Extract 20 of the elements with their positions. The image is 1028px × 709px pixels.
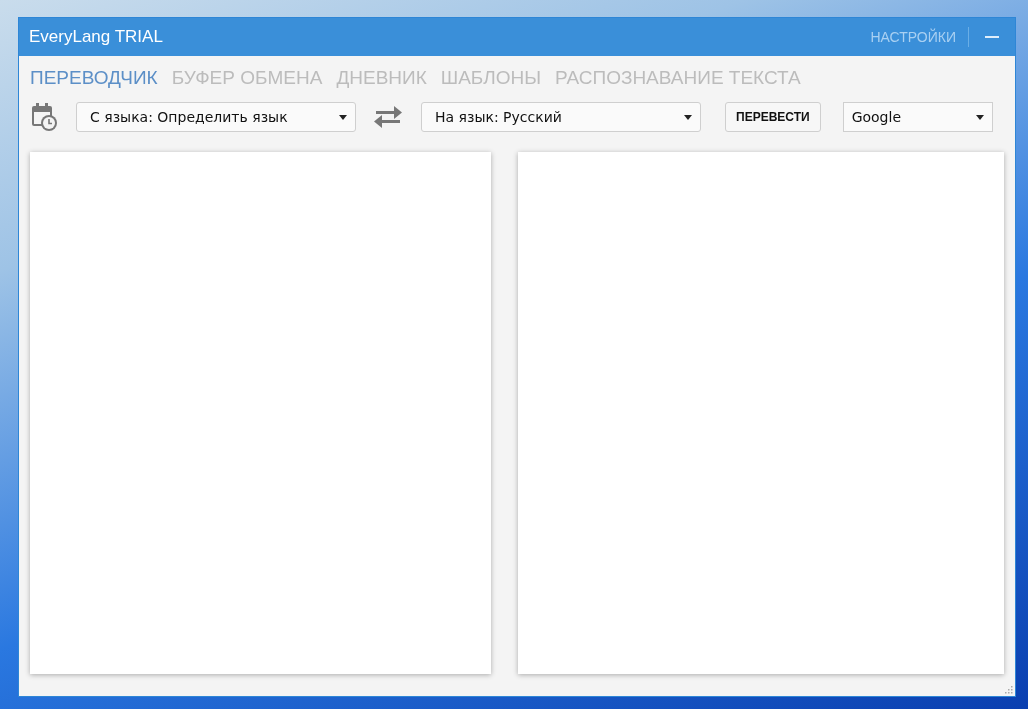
caret-icon	[339, 114, 347, 120]
window-title: EveryLang TRIAL	[29, 27, 163, 47]
service-value: Google	[851, 109, 901, 125]
tab[interactable]: ШАБЛОНЫ	[440, 67, 542, 89]
settings-link[interactable]: НАСТРОЙКИ	[870, 29, 956, 45]
target-language-dropdown[interactable]: На язык: Русский	[421, 102, 701, 132]
target-language-value: На язык: Русский	[435, 109, 562, 125]
caret-icon	[684, 114, 692, 120]
tab[interactable]: ДНЕВНИК	[336, 67, 427, 89]
tab[interactable]: РАСПОЗНАВАНИЕ ТЕКСТА	[555, 67, 801, 89]
caret-icon	[975, 114, 984, 120]
translate-button[interactable]: ПЕРЕВЕСТИ	[725, 102, 821, 132]
resize-grip-icon[interactable]	[1003, 684, 1013, 694]
calendar-clock-icon[interactable]	[30, 102, 58, 132]
service-dropdown[interactable]: Google	[842, 102, 993, 132]
tab[interactable]: БУФЕР ОБМЕНА	[171, 67, 323, 89]
tab[interactable]: ПЕРЕВОДЧИК	[30, 67, 158, 89]
swap-arrows-icon[interactable]	[372, 105, 404, 129]
source-language-value: С языка: Определить язык	[90, 109, 288, 125]
source-language-dropdown[interactable]: С языка: Определить язык	[76, 102, 356, 132]
